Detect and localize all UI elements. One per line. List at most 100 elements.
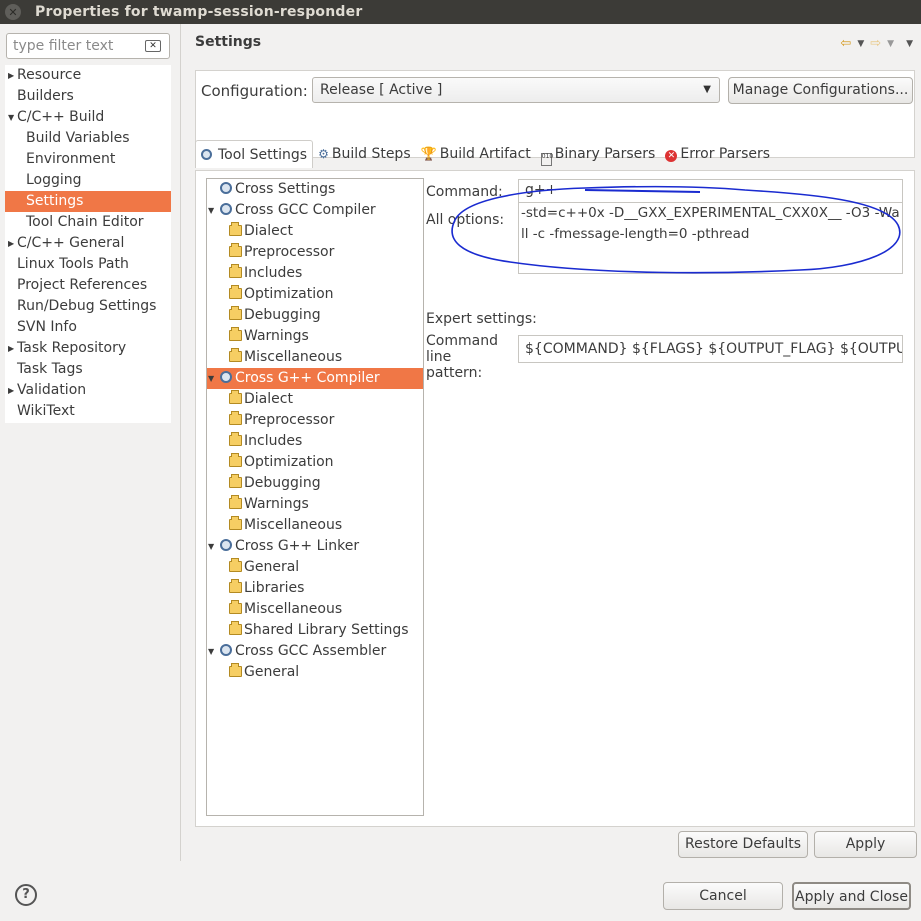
help-icon[interactable]: ? (15, 884, 37, 906)
all-options-field[interactable]: -std=c++0x -D__GXX_EXPERIMENTAL_CXX0X__ … (518, 202, 903, 274)
nav-item-label: Builders (17, 88, 74, 104)
nav-item[interactable]: ▶ Resource (5, 65, 171, 86)
command-line-pattern-field[interactable]: ${COMMAND} ${FLAGS} ${OUTPUT_FLAG} ${OUT… (518, 335, 903, 363)
tool-tree-item[interactable]: Cross Settings (207, 179, 423, 200)
configuration-value: Release [ Active ] (320, 82, 443, 98)
tool-tree-item[interactable]: General (207, 662, 423, 683)
tool-settings-panel: Cross Settings ▼ Cross GCC Compiler Dialect… (195, 170, 915, 827)
tool-tree-item[interactable]: Includes (207, 263, 423, 284)
filter-input[interactable]: type filter text ✕ (6, 33, 170, 59)
configuration-label: Configuration: (201, 82, 308, 100)
nav-item[interactable]: ▶ Validation (5, 380, 171, 401)
tool-tree-item[interactable]: Libraries (207, 578, 423, 599)
collapsed-arrow-icon[interactable]: ▶ (8, 233, 14, 254)
tool-tree-label: Warnings (244, 496, 309, 512)
tool-tree-item[interactable]: Warnings (207, 326, 423, 347)
apply-and-close-button[interactable]: Apply and Close (792, 882, 911, 910)
close-icon[interactable]: ✕ (5, 4, 21, 20)
nav-item[interactable]: SVN Info (5, 317, 171, 338)
nav-item[interactable]: Run/Debug Settings (5, 296, 171, 317)
tool-tree-item[interactable]: Debugging (207, 473, 423, 494)
nav-item[interactable]: ▶ Task Repository (5, 338, 171, 359)
nav-item-label: Settings (26, 193, 84, 209)
nav-item-label: Task Repository (17, 340, 127, 356)
tool-tree-item[interactable]: Miscellaneous (207, 515, 423, 536)
nav-item[interactable]: Builders (5, 86, 171, 107)
collapsed-arrow-icon[interactable]: ▶ (8, 65, 14, 86)
tool-tree-item[interactable]: Includes (207, 431, 423, 452)
tool-tree-label: Optimization (244, 286, 334, 302)
tool-tree-item[interactable]: Optimization (207, 284, 423, 305)
tool-tree-item[interactable]: Warnings (207, 494, 423, 515)
nav-item[interactable]: Linux Tools Path (5, 254, 171, 275)
folder-icon (229, 264, 242, 278)
configuration-select[interactable]: Release [ Active ] ▼ (312, 77, 720, 103)
nav-item[interactable]: Task Tags (5, 359, 171, 380)
folder-icon (229, 390, 242, 404)
tool-tree-item[interactable]: ▼ Cross G++ Compiler (207, 368, 423, 389)
tool-settings-tree: Cross Settings ▼ Cross GCC Compiler Dialect… (206, 178, 424, 816)
manage-configurations-button[interactable]: Manage Configurations... (728, 77, 913, 104)
tool-tree-item[interactable]: Dialect (207, 389, 423, 410)
forward-dropdown-icon[interactable]: ▼ (887, 39, 894, 51)
expanded-arrow-icon[interactable]: ▼ (208, 536, 214, 557)
tool-tree-item[interactable]: Preprocessor (207, 242, 423, 263)
back-dropdown-icon[interactable]: ▼ (857, 39, 864, 51)
expanded-arrow-icon[interactable]: ▼ (208, 200, 214, 221)
nav-item[interactable]: Logging (5, 170, 171, 191)
gear-icon (220, 371, 232, 383)
nav-item[interactable]: ▶ C/C++ General (5, 233, 171, 254)
tool-tree-item[interactable]: Dialect (207, 221, 423, 242)
forward-arrow-icon[interactable]: ⇨ (870, 36, 881, 51)
tool-tree-item[interactable]: Shared Library Settings (207, 620, 423, 641)
nav-item[interactable]: Project References (5, 275, 171, 296)
tab-error-parsers[interactable]: ✕ Error Parsers (660, 140, 775, 168)
expanded-arrow-icon[interactable]: ▼ (8, 107, 14, 128)
nav-item[interactable]: WikiText (5, 401, 171, 422)
gear-icon (220, 203, 232, 215)
restore-defaults-button[interactable]: Restore Defaults (678, 831, 808, 858)
nav-item-label: Tool Chain Editor (26, 214, 144, 230)
tab-build-artifact[interactable]: 🏆 Build Artifact (416, 140, 536, 168)
nav-item[interactable]: Environment (5, 149, 171, 170)
history-nav: ⇦ ▼ ⇨ ▼ ▼ (840, 36, 913, 51)
expert-settings-heading: Expert settings: (426, 311, 537, 327)
tool-tree-item[interactable]: Preprocessor (207, 410, 423, 431)
tab-tool-settings[interactable]: Tool Settings (195, 140, 314, 168)
tool-tree-item[interactable]: ▼ Cross G++ Linker (207, 536, 423, 557)
nav-item[interactable]: ▼ C/C++ Build (5, 107, 171, 128)
expanded-arrow-icon[interactable]: ▼ (208, 641, 214, 662)
nav-item[interactable]: Build Variables (5, 128, 171, 149)
cancel-button[interactable]: Cancel (663, 882, 783, 910)
folder-icon (229, 222, 242, 236)
nav-item-label: C/C++ Build (17, 109, 105, 125)
folder-icon (229, 663, 242, 677)
nav-item[interactable]: Tool Chain Editor (5, 212, 171, 233)
tab-binary-parsers[interactable]: 010 Binary Parsers (536, 140, 661, 168)
tool-tree-item[interactable]: Miscellaneous (207, 599, 423, 620)
tab-build-steps[interactable]: ⚙ Build Steps (313, 140, 416, 168)
expanded-arrow-icon[interactable]: ▼ (208, 368, 214, 389)
folder-icon (229, 495, 242, 509)
tool-tree-item[interactable]: Miscellaneous (207, 347, 423, 368)
view-menu-icon[interactable]: ▼ (906, 39, 913, 51)
tool-tree-item[interactable]: ▼ Cross GCC Compiler (207, 200, 423, 221)
tool-tree-item[interactable]: Optimization (207, 452, 423, 473)
clear-filter-icon[interactable]: ✕ (145, 40, 161, 52)
apply-button[interactable]: Apply (814, 831, 917, 858)
tab-label: Error Parsers (680, 146, 771, 162)
back-arrow-icon[interactable]: ⇦ (840, 36, 851, 51)
nav-item[interactable]: Settings (5, 191, 171, 212)
nav-item-label: Validation (17, 382, 87, 398)
nav-item-label: Task Tags (17, 361, 83, 377)
tool-details: Command: g++ All options: -std=c++0x -D_… (426, 171, 914, 821)
tab-label: Tool Settings (218, 146, 308, 163)
tool-tree-item[interactable]: General (207, 557, 423, 578)
collapsed-arrow-icon[interactable]: ▶ (8, 338, 14, 359)
gear-icon (220, 182, 232, 194)
nav-item-label: Project References (17, 277, 148, 293)
tool-tree-item[interactable]: ▼ Cross GCC Assembler (207, 641, 423, 662)
nav-item-label: Resource (17, 67, 82, 83)
collapsed-arrow-icon[interactable]: ▶ (8, 380, 14, 401)
tool-tree-item[interactable]: Debugging (207, 305, 423, 326)
